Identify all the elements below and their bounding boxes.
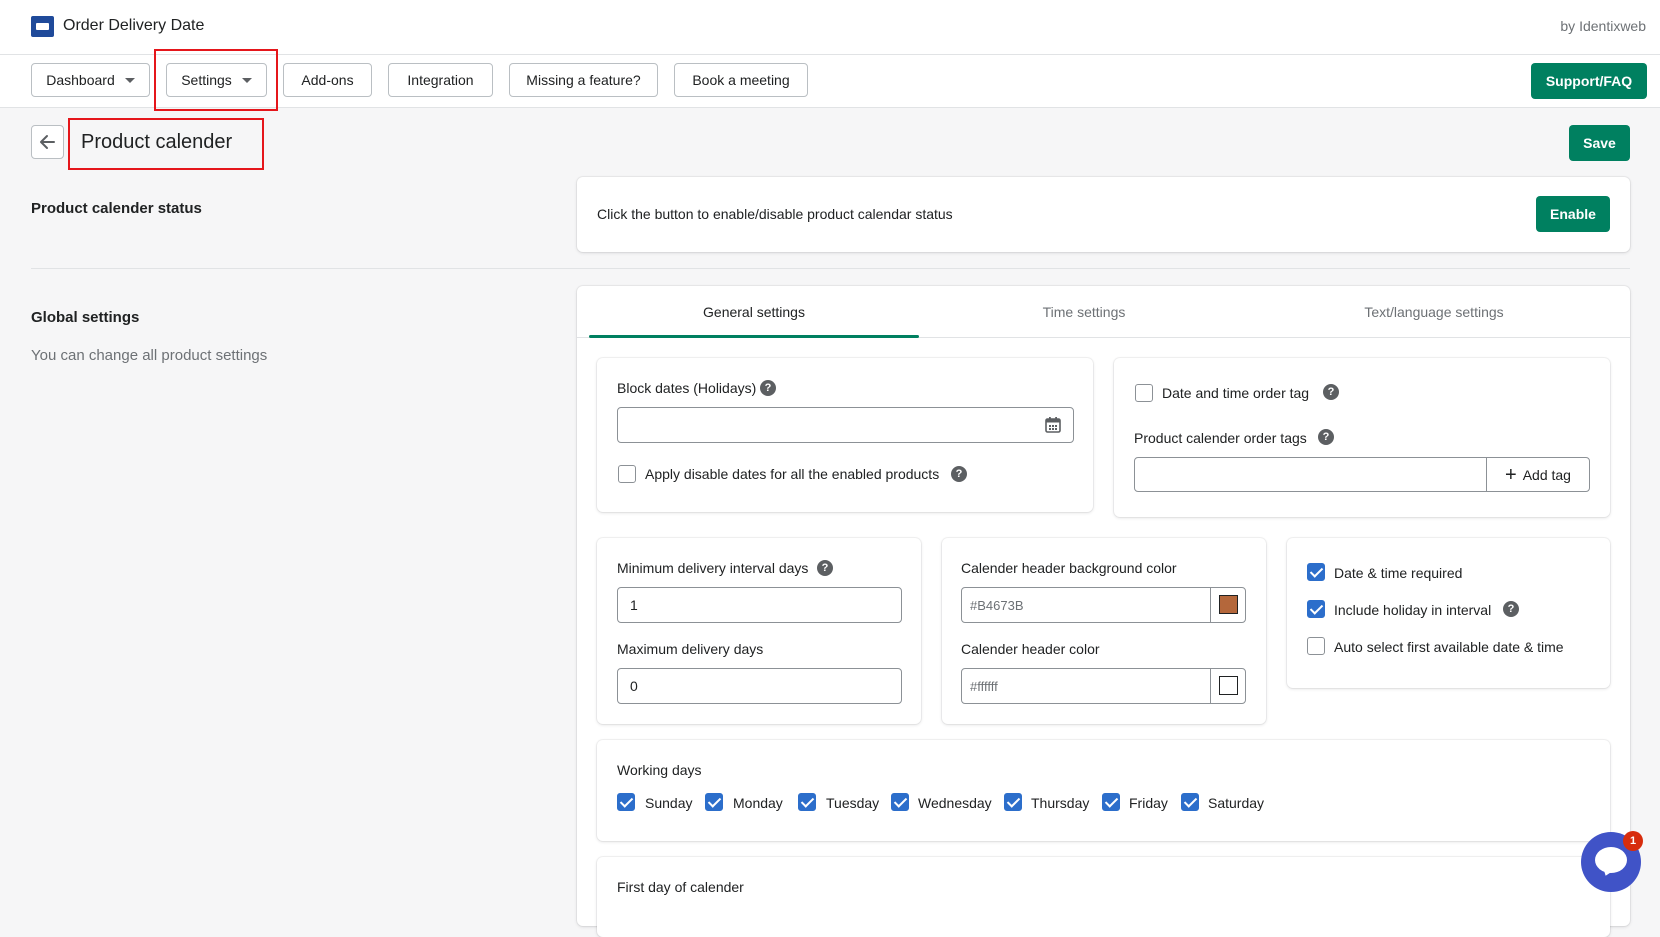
global-section-description: You can change all product settings — [31, 347, 268, 364]
working-days-card — [597, 740, 1610, 841]
block-dates-input[interactable] — [617, 407, 1074, 443]
date-time-order-tag-checkbox[interactable] — [1135, 384, 1153, 402]
working-day-label: Friday — [1129, 795, 1168, 811]
include-holiday-label: Include holiday in interval — [1334, 602, 1492, 618]
min-delivery-label: Minimum delivery interval days — [617, 560, 809, 576]
working-day-label: Thursday — [1031, 795, 1090, 811]
byline: by Identixweb — [1560, 18, 1646, 34]
add-tag-label: Add tag — [1522, 466, 1571, 483]
settings-highlight-box — [154, 49, 278, 111]
date-time-order-tag-label: Date and time order tag — [1162, 385, 1310, 401]
chat-launcher-button[interactable]: 1 — [1581, 831, 1643, 892]
book-meeting-button[interactable]: Book a meeting — [674, 63, 808, 97]
working-day-checkbox[interactable] — [798, 793, 816, 811]
help-icon[interactable]: ? — [1323, 384, 1339, 400]
active-tab-indicator — [589, 335, 919, 338]
max-delivery-input[interactable]: 0 — [617, 668, 902, 704]
help-icon[interactable]: ? — [1318, 429, 1334, 445]
include-holiday-checkbox[interactable] — [1307, 600, 1325, 618]
chat-icon — [1595, 847, 1627, 873]
header-color-value: #ffffff — [970, 678, 998, 694]
working-days-label: Working days — [617, 762, 702, 778]
integration-button[interactable]: Integration — [388, 63, 493, 97]
header-color-input[interactable]: #ffffff — [961, 668, 1246, 704]
date-time-required-checkbox[interactable] — [1307, 563, 1325, 581]
working-day-checkbox[interactable] — [705, 793, 723, 811]
first-day-card — [597, 857, 1610, 937]
back-arrow-icon — [40, 135, 55, 149]
help-icon[interactable]: ? — [1503, 601, 1519, 617]
page-title: Product calender — [81, 131, 233, 153]
support-faq-button[interactable]: Support/FAQ — [1531, 63, 1647, 99]
header-bg-color-input[interactable]: #B4673B — [961, 587, 1246, 623]
tab-time-settings[interactable]: Time settings — [919, 304, 1249, 320]
working-day-checkbox[interactable] — [617, 793, 635, 811]
app-title: Order Delivery Date — [63, 17, 205, 34]
color-swatch — [1219, 595, 1238, 614]
header-bg-color-picker[interactable] — [1210, 587, 1246, 623]
missing-feature-button[interactable]: Missing a feature? — [509, 63, 658, 97]
enable-button[interactable]: Enable — [1536, 196, 1610, 232]
working-day-checkbox[interactable] — [1181, 793, 1199, 811]
max-delivery-label: Maximum delivery days — [617, 641, 764, 657]
help-icon[interactable]: ? — [760, 380, 776, 396]
header-color-label: Calender header color — [961, 641, 1100, 657]
save-button[interactable]: Save — [1569, 125, 1630, 161]
header-bg-color-label: Calender header background color — [961, 560, 1177, 576]
apply-disable-dates-checkbox[interactable] — [618, 465, 636, 483]
auto-select-checkbox[interactable] — [1307, 637, 1325, 655]
working-day-label: Sunday — [645, 795, 693, 811]
header-bg-color-value: #B4673B — [970, 597, 1024, 613]
plus-icon: + — [1505, 463, 1517, 486]
date-time-required-label: Date & time required — [1334, 565, 1463, 581]
status-section-title: Product calender status — [31, 200, 202, 217]
order-tags-label: Product calender order tags — [1134, 430, 1307, 446]
app-header: Order Delivery Date by Identixweb — [0, 0, 1660, 55]
color-swatch — [1219, 676, 1238, 695]
help-icon[interactable]: ? — [817, 560, 833, 576]
working-day-label: Monday — [733, 795, 783, 811]
status-description: Click the button to enable/disable produ… — [597, 206, 953, 222]
dashboard-label: Dashboard — [46, 72, 115, 88]
first-day-label: First day of calender — [617, 879, 744, 895]
apply-disable-dates-label: Apply disable dates for all the enabled … — [645, 466, 940, 482]
working-day-checkbox[interactable] — [891, 793, 909, 811]
chat-notification-badge: 1 — [1623, 831, 1643, 851]
help-icon[interactable]: ? — [951, 466, 967, 482]
addons-button[interactable]: Add-ons — [283, 63, 372, 97]
global-section-title: Global settings — [31, 309, 140, 326]
tab-general-settings[interactable]: General settings — [589, 304, 919, 320]
app-logo-icon — [31, 16, 54, 37]
tab-text-language-settings[interactable]: Text/language settings — [1249, 304, 1619, 320]
calendar-icon[interactable] — [1044, 416, 1062, 434]
working-day-label: Wednesday — [918, 795, 992, 811]
order-tags-input[interactable] — [1134, 457, 1487, 492]
working-day-checkbox[interactable] — [1102, 793, 1120, 811]
back-button[interactable] — [31, 125, 64, 159]
add-tag-button[interactable]: + Add tag — [1486, 457, 1590, 492]
min-delivery-input[interactable]: 1 — [617, 587, 902, 623]
dashboard-menu-button[interactable]: Dashboard — [31, 63, 150, 97]
auto-select-label: Auto select first available date & time — [1334, 639, 1564, 655]
block-dates-label: Block dates (Holidays) — [617, 380, 757, 396]
header-color-picker[interactable] — [1210, 668, 1246, 704]
working-day-label: Saturday — [1208, 795, 1265, 811]
working-day-label: Tuesday — [826, 795, 880, 811]
caret-down-icon — [124, 77, 135, 83]
working-day-checkbox[interactable] — [1004, 793, 1022, 811]
section-divider — [31, 268, 1630, 269]
